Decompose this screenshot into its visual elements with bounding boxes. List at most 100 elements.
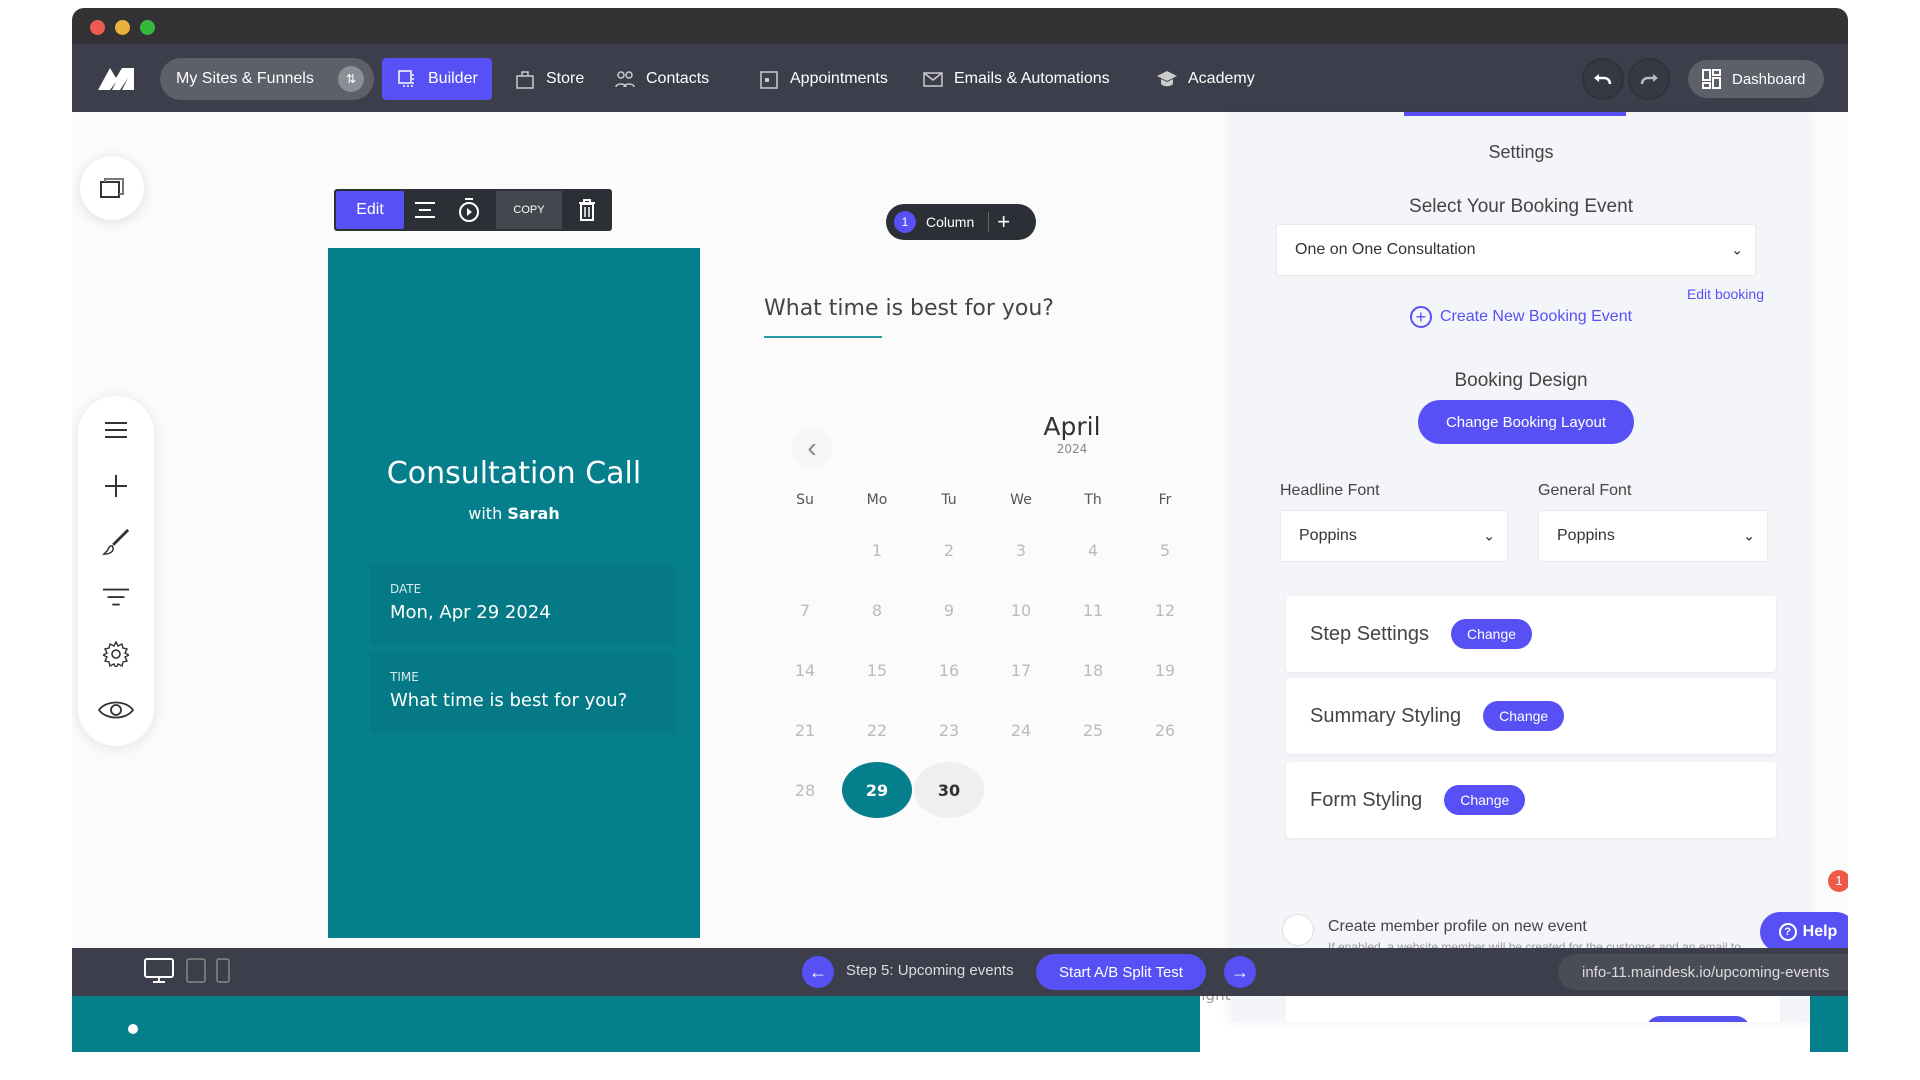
host-name: Sarah [507, 504, 560, 523]
calendar-day: 10 [1010, 600, 1032, 620]
nav-builder[interactable]: Builder [382, 58, 492, 100]
preview-tool[interactable] [98, 696, 134, 724]
booking-event-select[interactable]: One on One Consultation ⌄ [1276, 224, 1756, 276]
step-settings-change-button[interactable]: Change [1450, 619, 1533, 649]
calendar-day: 8 [871, 600, 883, 620]
mobile-icon[interactable] [216, 958, 230, 984]
next-settings-card [1286, 996, 1780, 1022]
title-underline [764, 336, 882, 338]
calendar-section: What time is best for you? ‹ April 2024 … [712, 248, 1316, 1004]
nav-appointments[interactable]: Appointments [744, 58, 902, 100]
menu-tool[interactable] [102, 416, 130, 444]
calendar-day: 16 [938, 660, 960, 680]
filter-tool[interactable] [102, 584, 130, 612]
next-card-button[interactable] [1646, 1016, 1750, 1022]
create-booking-event-label: Create New Booking Event [1439, 308, 1633, 325]
summary-styling-label: Summary Styling [1310, 704, 1462, 727]
copy-button[interactable]: COPY [496, 191, 562, 229]
arrow-left-icon: ← [809, 961, 827, 982]
headline-font-value: Poppins [1299, 527, 1357, 544]
calendar-day: 19 [1154, 660, 1176, 680]
chevron-down-icon: ⌄ [1483, 527, 1495, 544]
nav-emails-automations[interactable]: Emails & Automations [908, 58, 1124, 100]
calendar-day: 5 [1159, 540, 1171, 560]
desktop-icon[interactable] [144, 958, 174, 984]
calendar-day[interactable]: 30 [914, 762, 984, 818]
undo-button[interactable] [1582, 58, 1624, 100]
calendar-day: 23 [938, 720, 960, 740]
summary-styling-change-button[interactable]: Change [1483, 701, 1565, 731]
summary-host-line: with Sarah [328, 504, 700, 523]
booking-event-heading: Select Your Booking Event [1409, 196, 1633, 217]
nav-contacts[interactable]: Contacts [600, 58, 723, 100]
close-window-button[interactable] [90, 20, 105, 35]
nav-academy-label: Academy [1188, 70, 1255, 87]
help-button[interactable]: ? Help [1760, 912, 1848, 952]
eye-icon [98, 701, 134, 719]
calendar-question: What time is best for you? [764, 296, 1054, 321]
general-font-select[interactable]: Poppins ⌄ [1538, 510, 1768, 562]
maximize-window-button[interactable] [140, 20, 155, 35]
start-split-test-button[interactable]: Start A/B Split Test [1036, 954, 1206, 990]
align-button[interactable] [412, 197, 438, 223]
create-booking-event-link[interactable]: + Create New Booking Event [1232, 306, 1810, 328]
left-toolbar [78, 396, 154, 746]
column-label: Column [926, 214, 975, 230]
previous-step-button[interactable]: ← [802, 956, 834, 988]
notification-badge: 1 [1828, 870, 1848, 892]
member-profile-toggle[interactable] [1282, 914, 1314, 946]
step-settings-label: Step Settings [1310, 622, 1429, 645]
booking-summary-panel[interactable]: Consultation Call with Sarah DATE Mon, A… [328, 248, 700, 938]
settings-tool[interactable] [102, 640, 130, 668]
edit-button[interactable]: Edit [336, 191, 404, 229]
nav-store-label: Store [546, 70, 585, 87]
paintbrush-icon [102, 528, 130, 555]
edit-booking-link[interactable]: Edit booking [1687, 286, 1764, 302]
top-navigation: My Sites & Funnels ⇅ Builder Store Conta… [72, 44, 1848, 112]
form-styling-label: Form Styling [1310, 788, 1423, 811]
calendar-day: 3 [1015, 540, 1027, 560]
previous-month-button[interactable]: ‹ [792, 428, 832, 468]
dashboard-label: Dashboard [1732, 70, 1806, 88]
chevron-down-icon: ⌄ [1731, 241, 1743, 258]
nav-academy[interactable]: Academy [1142, 58, 1269, 100]
calendar-day[interactable]: 29 [842, 762, 912, 818]
add-column-icon[interactable]: + [997, 211, 1010, 233]
my-sites-funnels-button[interactable]: My Sites & Funnels ⇅ [160, 58, 374, 100]
calendar-year: 2024 [1056, 442, 1088, 456]
nav-appointments-label: Appointments [790, 70, 888, 87]
stopwatch-icon [459, 198, 479, 222]
nav-builder-label: Builder [428, 70, 478, 87]
nav-store[interactable]: Store [500, 58, 598, 100]
column-selector[interactable]: 1 Column + [886, 204, 1036, 240]
style-tool[interactable] [102, 528, 130, 556]
redo-button[interactable] [1628, 58, 1670, 100]
add-element-tool[interactable] [102, 472, 130, 500]
animation-button[interactable] [456, 197, 482, 223]
with-prefix: with [468, 504, 503, 523]
maindesk-logo[interactable] [96, 60, 136, 96]
page-url[interactable]: info-11.maindesk.io/upcoming-events ⚙ [1558, 954, 1848, 990]
summary-title: Consultation Call [386, 456, 642, 491]
calendar-day: 12 [1154, 600, 1176, 620]
dashboard-button[interactable]: Dashboard [1688, 60, 1824, 98]
tablet-icon[interactable] [186, 958, 206, 984]
pages-button[interactable] [80, 156, 144, 220]
chevron-down-icon: ⌄ [1743, 527, 1755, 544]
mail-icon [923, 72, 943, 87]
form-styling-change-button[interactable]: Change [1444, 785, 1526, 815]
element-toolbar: Edit COPY [334, 189, 612, 231]
section-handle[interactable] [128, 1024, 138, 1034]
headline-font-select[interactable]: Poppins ⌄ [1280, 510, 1508, 562]
next-step-button[interactable]: → [1224, 956, 1256, 988]
align-icon [415, 202, 435, 218]
swap-icon[interactable]: ⇅ [338, 66, 364, 92]
arrow-right-icon: → [1231, 961, 1249, 982]
calendar-day: 4 [1087, 540, 1099, 560]
change-booking-layout-button[interactable]: Change Booking Layout [1418, 400, 1634, 444]
delete-button[interactable] [574, 197, 600, 223]
dashboard-icon [1702, 69, 1721, 89]
minimize-window-button[interactable] [115, 20, 130, 35]
redo-icon [1640, 74, 1658, 85]
calendar-day: 18 [1082, 660, 1104, 680]
